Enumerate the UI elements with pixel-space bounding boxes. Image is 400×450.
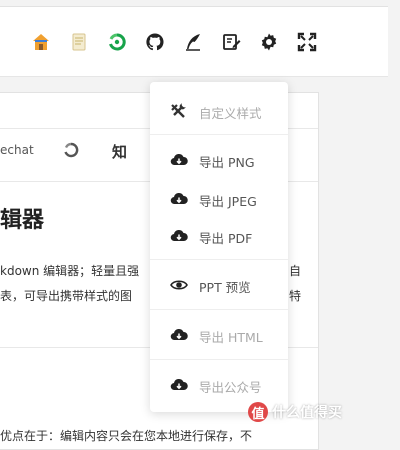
menu-divider	[150, 309, 288, 310]
eye-icon	[170, 277, 188, 293]
document-heading: 辑器	[0, 208, 45, 233]
paragraph-line: 表，可导出携带样式的图	[0, 289, 133, 303]
cloud-download-icon	[170, 228, 188, 244]
menu-item-label: 导出 PNG	[199, 155, 255, 170]
document-icon[interactable]	[69, 32, 89, 52]
top-toolbar	[0, 0, 388, 77]
menu-item-label: 导出 HTML	[199, 330, 263, 345]
menu-item-export-wechat[interactable]: 导出公众号	[150, 370, 288, 400]
menu-item-label: PPT 预览	[199, 280, 251, 295]
menu-item-label: 导出 PDF	[199, 231, 253, 246]
github-icon[interactable]	[145, 32, 165, 52]
menu-divider	[150, 359, 288, 360]
window-edge	[0, 0, 388, 7]
cloud-download-icon	[170, 377, 188, 393]
paragraph-line: 优点在于：编辑内容只会在您本地进行保存，不	[0, 429, 253, 443]
watermark-text: 什么值得买	[272, 405, 342, 421]
watermark: 值 什么值得买	[248, 401, 342, 423]
refresh-icon-small[interactable]	[63, 142, 79, 158]
menu-item-export-pdf[interactable]: 导出 PDF	[150, 221, 288, 251]
menu-divider	[150, 134, 288, 135]
menu-item-label: 导出公众号	[199, 380, 262, 395]
refresh-icon[interactable]	[107, 32, 127, 52]
fullscreen-icon[interactable]	[297, 32, 317, 52]
paragraph-line: kdown 编辑器；轻量且强	[0, 264, 140, 278]
menu-item-label: 导出 JPEG	[199, 194, 257, 209]
wechat-label[interactable]: echat	[0, 143, 34, 157]
paragraph-line-end: 自	[289, 264, 302, 278]
tools-icon	[170, 103, 188, 119]
paragraph-line-end: 特	[289, 289, 302, 303]
cloud-download-icon	[170, 152, 188, 168]
menu-item-ppt-preview[interactable]: PPT 预览	[150, 270, 288, 300]
settings-icon[interactable]	[259, 32, 279, 52]
watermark-badge: 值	[248, 402, 268, 422]
menu-item-export-jpeg[interactable]: 导出 JPEG	[150, 184, 288, 214]
home-icon[interactable]	[31, 32, 51, 52]
cloud-download-icon	[170, 191, 188, 207]
menu-item-export-png[interactable]: 导出 PNG	[150, 145, 288, 175]
edit-icon[interactable]	[221, 32, 241, 52]
zhihu-label[interactable]: 知	[112, 141, 127, 162]
menu-item-custom-style[interactable]: 自定义样式	[150, 96, 288, 126]
menu-item-label: 自定义样式	[199, 106, 262, 121]
cloud-download-icon	[170, 327, 188, 343]
export-dropdown-menu: 自定义样式 导出 PNG 导出 JPEG 导出 PDF PPT 预览 导出 HT…	[150, 82, 288, 412]
menu-divider	[150, 259, 288, 260]
quill-icon[interactable]	[183, 32, 203, 52]
menu-item-export-html[interactable]: 导出 HTML	[150, 320, 288, 350]
